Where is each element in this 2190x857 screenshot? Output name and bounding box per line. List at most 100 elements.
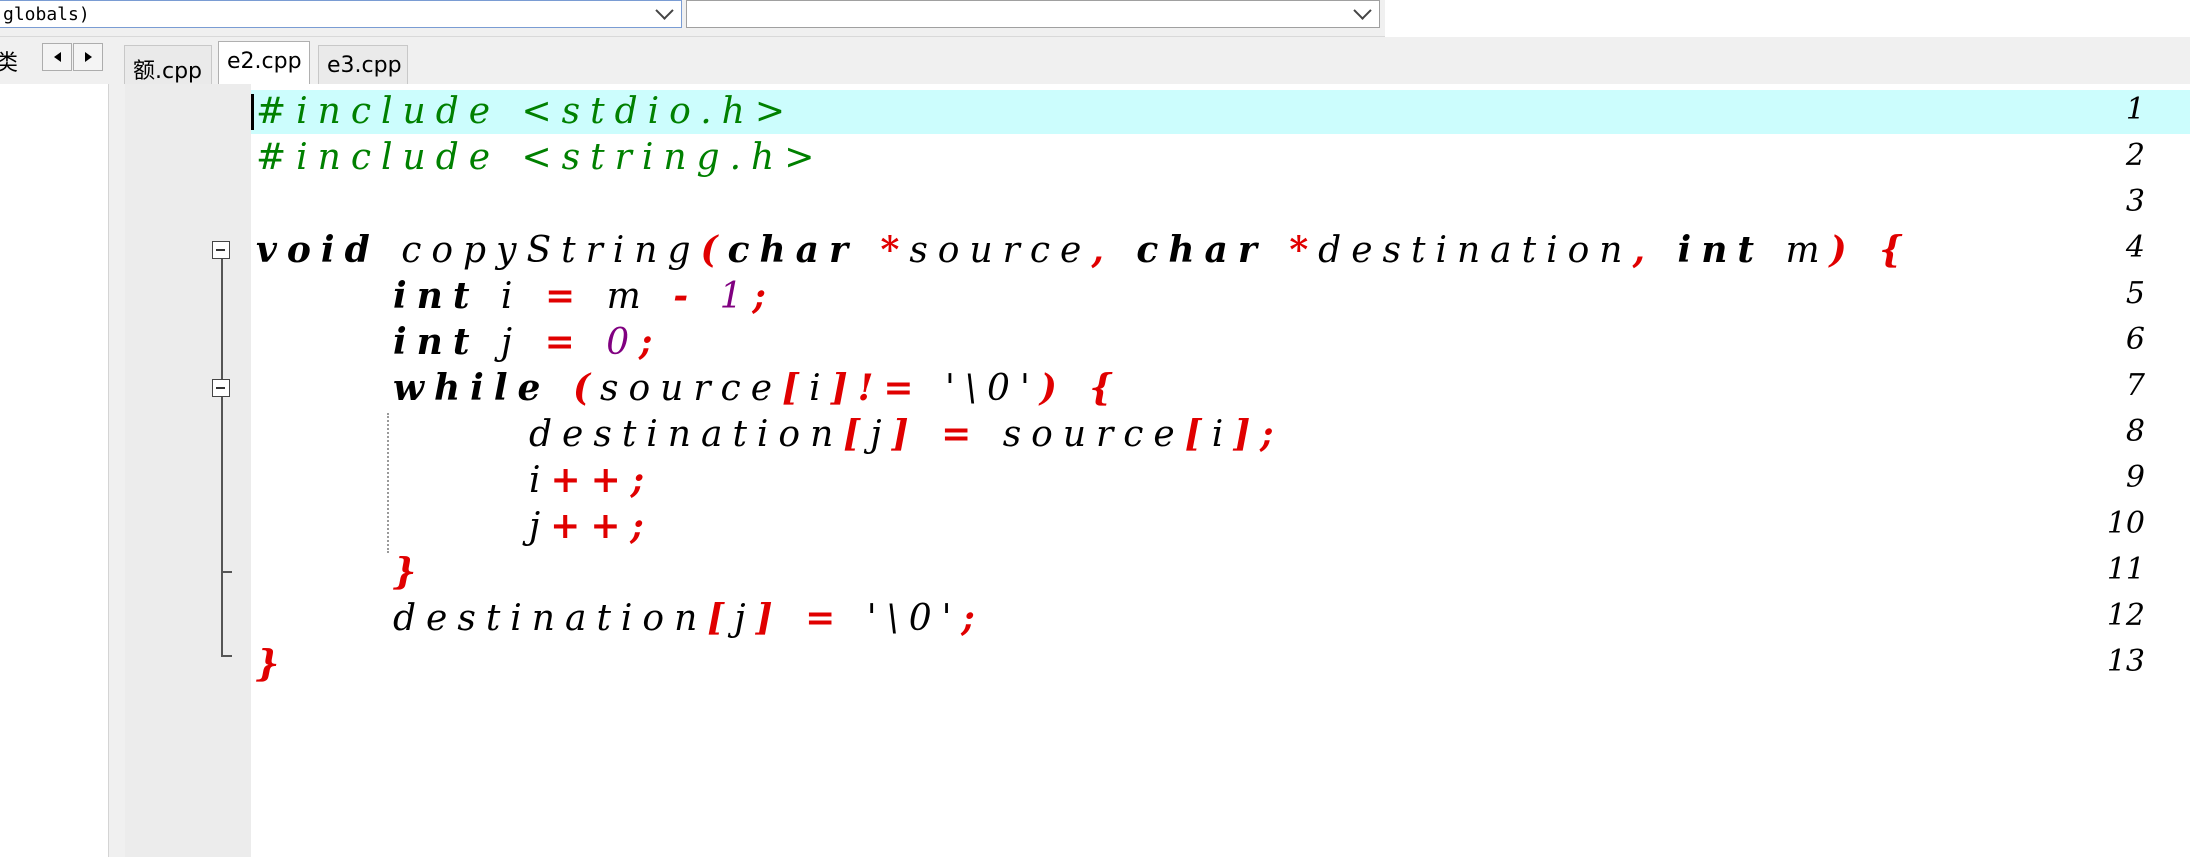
code-line-12: destination[j] = '\0'; (393, 600, 985, 637)
operator: ; (961, 597, 985, 639)
identifier: i (809, 368, 831, 409)
identifier: i (1211, 414, 1234, 455)
code-line-2: #include <string.h> (256, 140, 824, 176)
identifier: source (600, 368, 783, 409)
panel-tab-label[interactable]: 类 (0, 45, 18, 77)
operator: ++; (550, 459, 655, 501)
code-line-1: #include <stdio.h> (256, 94, 795, 130)
pane-splitter[interactable] (109, 84, 125, 857)
code-line-5: int i = m - 1; (393, 278, 776, 315)
tab-scroll-right-button[interactable] (73, 43, 103, 71)
file-tab-strip: 类 额.cpp e2.cpp e3.cpp (0, 37, 2190, 85)
operator: , (1632, 229, 1678, 271)
text-caret (251, 94, 254, 130)
tab-e1-cpp[interactable]: 额.cpp (124, 45, 212, 85)
line-number: 6 (2125, 322, 2145, 357)
line-number: 10 (2106, 506, 2145, 541)
char-literal: '\0' (923, 368, 1040, 409)
arrow-left-icon (53, 52, 61, 62)
operator: } (256, 643, 290, 685)
chevron-down-icon[interactable] (655, 1, 674, 20)
code-line-13: } (256, 646, 289, 683)
keyword: void (256, 229, 380, 271)
line-number: 1 (2125, 92, 2145, 127)
code-line-4: void copyString(char *source, char *dest… (256, 232, 1912, 269)
tab-e3-cpp[interactable]: e3.cpp (318, 45, 408, 85)
code-line-11: } (393, 554, 426, 591)
operator: [ (843, 413, 871, 455)
operator: ]; (1233, 413, 1284, 455)
code-line-7: while (source[i]!= '\0') { (393, 370, 1123, 407)
operator: ]!= (830, 367, 924, 409)
operator: ( (550, 367, 600, 409)
code-line-8: destination[j] = source[i]; (529, 416, 1284, 453)
code-editor[interactable]: 1 2 3 4 5 6 7 8 9 10 11 12 13 #include <… (125, 84, 2190, 857)
tab-e2-cpp[interactable]: e2.cpp (218, 41, 310, 85)
symbol-combobox[interactable] (686, 0, 1380, 28)
line-number: 4 (2125, 230, 2145, 265)
identifier: copyString (379, 230, 701, 271)
line-number: 12 (2106, 598, 2145, 633)
chevron-down-icon[interactable] (1353, 1, 1372, 20)
indent-guide (387, 413, 389, 553)
identifier: j (870, 414, 892, 455)
toolbar: globals) (0, 0, 1385, 37)
operator: [ (1184, 413, 1212, 455)
line-number: 3 (2125, 184, 2145, 219)
identifier: m (585, 276, 651, 317)
fold-end-marker (221, 571, 232, 573)
operator: [ (707, 597, 735, 639)
operator: ++; (550, 505, 654, 547)
line-number: 13 (2106, 644, 2145, 679)
code-line-6: int j = 0; (393, 324, 662, 361)
line-number: 8 (2125, 414, 2145, 449)
identifier: source (981, 414, 1185, 455)
line-number: 2 (2125, 138, 2145, 173)
identifier: source (909, 230, 1092, 271)
tab-label: e2.cpp (227, 49, 302, 74)
operator: ] = (755, 597, 846, 639)
operator: ( (700, 229, 728, 271)
identifier: destination (529, 414, 844, 455)
identifier: i (479, 276, 523, 317)
operator: = (522, 321, 585, 363)
line-number-gutter[interactable] (125, 84, 251, 857)
fold-collapse-icon[interactable] (212, 379, 230, 397)
fold-end-marker (221, 655, 232, 657)
char-literal: '\0' (845, 598, 962, 639)
keyword: char (727, 229, 858, 271)
tab-label: e3.cpp (327, 53, 402, 78)
identifier: i (529, 460, 551, 501)
fold-collapse-icon[interactable] (212, 241, 230, 259)
arrow-right-icon (84, 52, 92, 62)
operator: ; (639, 321, 663, 363)
operator: ; (752, 275, 776, 317)
keyword: while (393, 367, 551, 409)
identifier: m (1764, 230, 1830, 271)
line-number: 9 (2125, 460, 2145, 495)
identifier: destination (393, 598, 708, 639)
line-number: 7 (2125, 368, 2145, 403)
number-literal: 0 (584, 322, 640, 363)
preprocessor-directive: #include <string.h> (256, 137, 825, 178)
operator: * (1266, 229, 1319, 271)
scope-combobox-value: globals) (3, 4, 90, 25)
operator: * (857, 229, 910, 271)
identifier: destination (1318, 230, 1633, 271)
identifier: j (479, 322, 523, 363)
code-line-9: i++; (529, 462, 654, 499)
operator: ] = (891, 413, 982, 455)
operator: [ (782, 367, 810, 409)
scope-combobox[interactable]: globals) (0, 0, 682, 28)
keyword: int (1677, 229, 1765, 271)
operator: , (1091, 229, 1137, 271)
code-line-10: j++; (529, 508, 654, 545)
operator: ) { (1829, 229, 1913, 271)
fold-line (221, 259, 223, 655)
tab-scroll-left-button[interactable] (42, 43, 72, 71)
identifier: j (529, 506, 551, 547)
class-browser-pane[interactable] (0, 84, 109, 857)
keyword: int (393, 321, 480, 363)
identifier: j (734, 598, 756, 639)
number-literal: 1 (698, 276, 753, 317)
